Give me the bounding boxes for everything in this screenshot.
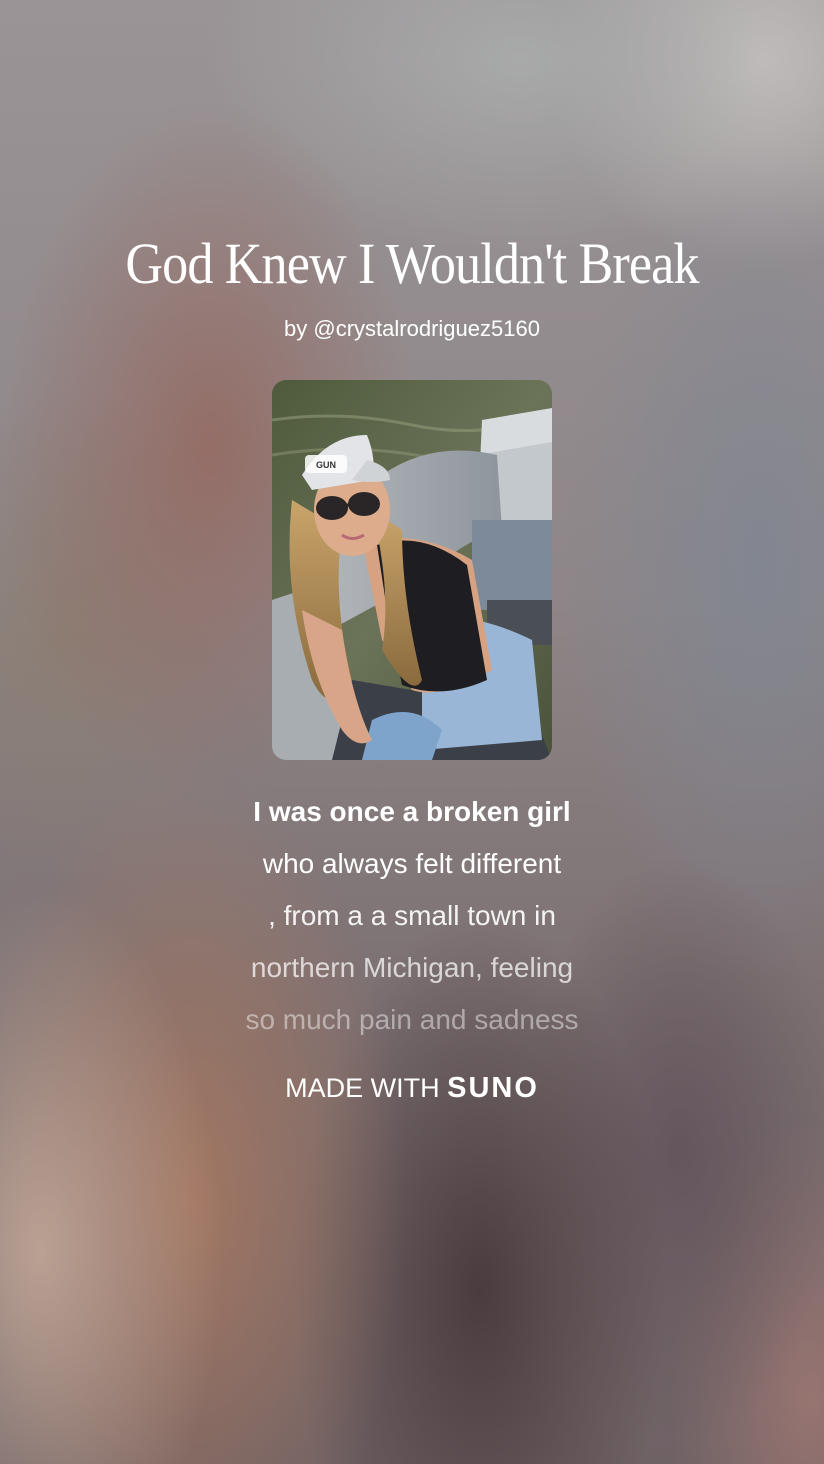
lyrics-panel: I was once a broken girl who always felt… [0, 788, 824, 1048]
song-byline: by @crystalrodriguez5160 [284, 316, 540, 341]
cap-logo-text: GUN [316, 460, 336, 470]
lyric-line: who always felt different [262, 848, 562, 879]
lyric-line-current: I was once a broken girl [253, 796, 571, 827]
lyric-line: so much pain and sadness [245, 1004, 579, 1035]
made-with-label: MADE WITH [285, 1073, 440, 1103]
song-title: God Knew I Wouldn't Break [125, 231, 699, 296]
lyric-line: , from a a small town in [268, 900, 556, 931]
share-card: God Knew I Wouldn't Break by @crystalrod… [0, 0, 824, 1464]
made-with-suno-badge: MADE WITH SUNO [0, 1072, 824, 1105]
suno-logo: SUNO [447, 1072, 539, 1104]
cover-image: GUN [272, 380, 552, 760]
lyric-line: northern Michigan, feeling [250, 952, 574, 983]
